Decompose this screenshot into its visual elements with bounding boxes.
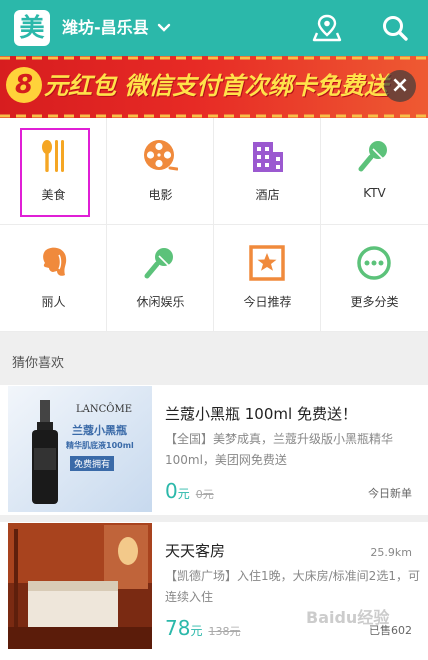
city-selector[interactable]: 潍坊-昌乐县 <box>62 17 149 39</box>
deal-price: 78元 138元 <box>165 616 240 640</box>
original-price: 0元 <box>195 488 214 501</box>
thumb-line1: 兰蔻小黑瓶 <box>72 424 127 437</box>
category-movie[interactable]: 电影 <box>107 118 214 225</box>
building-icon <box>253 142 283 172</box>
category-label: KTV <box>363 186 386 200</box>
deal-price: 0元 0元 <box>165 479 214 503</box>
banner-close-button[interactable]: × <box>384 70 416 102</box>
woman-head-icon <box>43 247 67 276</box>
chevron-down-icon[interactable] <box>156 20 172 36</box>
deal-distance: 25.9km <box>370 546 412 559</box>
category-beauty[interactable]: 丽人 <box>0 225 107 332</box>
original-price: 138元 <box>208 625 241 638</box>
microphone-icon <box>358 141 387 172</box>
thumb-line2: 精华肌底液100ml <box>66 441 134 450</box>
film-reel-icon <box>144 140 178 171</box>
watermark-logo: Baidu经验 <box>306 608 390 627</box>
category-label: 今日推荐 <box>243 295 292 309</box>
thumb-brand: LANCÔME <box>76 404 133 415</box>
app-logo[interactable]: 美 <box>14 10 50 46</box>
category-label: 酒店 <box>255 188 280 202</box>
category-leisure[interactable]: 休闲娱乐 <box>107 225 214 332</box>
deal-tag: 今日新单 <box>368 487 412 500</box>
category-label: 休闲娱乐 <box>136 295 185 309</box>
category-more[interactable]: 更多分类 <box>321 225 428 332</box>
deal-thumbnail <box>8 523 152 649</box>
promo-banner[interactable]: 8 元红包 微信支付首次绑卡免费送 <box>0 56 428 118</box>
category-hotel[interactable]: 酒店 <box>214 118 321 225</box>
category-label: 电影 <box>148 188 173 202</box>
section-title: 猜你喜欢 <box>12 356 65 371</box>
deal-title: 兰蔻小黑瓶 100ml 免费送！ <box>165 405 357 423</box>
category-ktv[interactable]: KTV <box>321 118 428 225</box>
category-recommend[interactable]: 今日推荐 <box>214 225 321 332</box>
selection-highlight <box>20 128 90 217</box>
map-pin-icon[interactable] <box>312 13 342 43</box>
deal-desc: 【全国】美梦成真，兰蔻升级版小黑瓶精华 100ml，美团网免费送 <box>165 432 394 467</box>
star-icon <box>249 245 285 281</box>
price-unit: 元 <box>190 624 203 638</box>
category-label: 丽人 <box>41 295 66 309</box>
search-icon[interactable] <box>380 13 410 43</box>
deal-desc: 【凯德广场】入住1晚，大床房/标准间2选1，可连续入住 <box>165 569 420 604</box>
microphone-icon <box>144 248 173 279</box>
deal-title: 天天客房 <box>165 542 226 560</box>
price-unit: 元 <box>177 487 190 501</box>
top-bar: 美 潍坊-昌乐县 <box>0 0 428 56</box>
deal-thumbnail: LANCÔME 兰蔻小黑瓶 精华肌底液100ml 免费拥有 <box>8 386 152 512</box>
price-value: 0 <box>165 479 178 503</box>
price-value: 78 <box>165 616 191 640</box>
banner-text: 元红包 微信支付首次绑卡免费送 <box>44 72 389 100</box>
thumb-line3: 免费拥有 <box>70 456 115 471</box>
more-dots-icon <box>357 246 391 280</box>
deal-card[interactable]: LANCÔME 兰蔻小黑瓶 精华肌底液100ml 免费拥有 兰蔻小黑瓶 100m… <box>0 385 428 515</box>
deal-card[interactable]: 天天客房 25.9km 【凯德广场】入住1晚，大床房/标准间2选1，可连续入住 … <box>0 522 428 660</box>
category-label: 更多分类 <box>350 295 399 309</box>
banner-number-badge: 8 <box>6 67 42 103</box>
